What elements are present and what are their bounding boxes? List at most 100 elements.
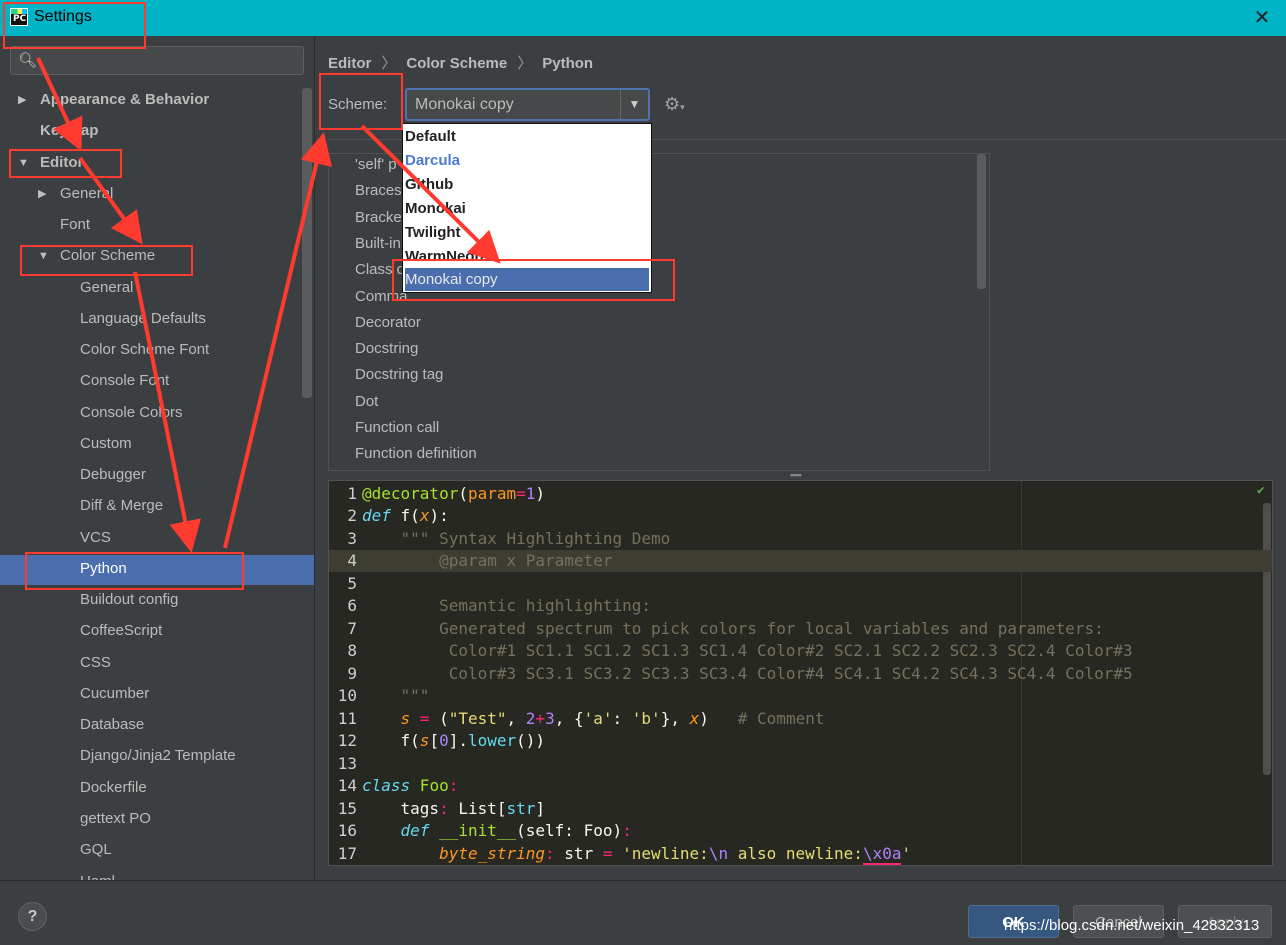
- line-number: 3: [347, 529, 357, 548]
- annotation-box-monokai-copy: [392, 259, 675, 301]
- tree-item-console-colors[interactable]: Console Colors: [80, 399, 183, 427]
- breadcrumb-python: Python: [542, 55, 594, 72]
- scheme-dropdown[interactable]: Monokai copy ▼: [405, 88, 650, 121]
- breadcrumb-color-scheme[interactable]: Color Scheme: [406, 55, 507, 72]
- annotation-box-python: [25, 552, 244, 590]
- tree-item-haml[interactable]: Haml: [80, 868, 115, 880]
- sidebar-scrollbar[interactable]: [302, 88, 312, 398]
- close-button[interactable]: ✕: [1250, 6, 1274, 30]
- list-item[interactable]: Decorator: [355, 314, 421, 331]
- tree-item-database[interactable]: Database: [80, 711, 144, 739]
- code-line: 1 @decorator(param=1): [329, 483, 1272, 505]
- code-line: 10 """: [329, 685, 1272, 707]
- dropdown-arrow-icon[interactable]: ▼: [620, 90, 648, 119]
- code-line: 15 tags: List[str]: [329, 798, 1272, 820]
- annotation-box-settings: [3, 2, 146, 49]
- code-line: 14 class Foo:: [329, 775, 1272, 797]
- tree-item-gql[interactable]: GQL: [80, 836, 112, 864]
- list-item[interactable]: Docstring tag: [355, 366, 443, 383]
- code-line: 11 s = ("Test", 2+3, {'a': 'b'}, x) # Co…: [329, 708, 1272, 730]
- code-line: 6 Semantic highlighting:: [329, 595, 1272, 617]
- breadcrumb-separator: 〉: [517, 55, 533, 72]
- code-line: 2 def f(x):: [329, 505, 1272, 527]
- gear-icon[interactable]: ⚙▾: [664, 94, 685, 115]
- list-scrollbar[interactable]: [977, 154, 986, 289]
- tree-item-gettext-po[interactable]: gettext PO: [80, 805, 151, 833]
- code-preview-editor[interactable]: ✔ 1 @decorator(param=1) 2 def f(x): 3 """ …: [328, 480, 1273, 866]
- line-number: 12: [337, 731, 357, 750]
- tree-item-django-jinja2[interactable]: Django/Jinja2 Template: [80, 742, 236, 770]
- tree-item-vcs[interactable]: VCS: [80, 524, 111, 552]
- code-line: 8 Color#1 SC1.1 SC1.2 SC1.3 SC1.4 Color#…: [329, 640, 1272, 662]
- scheme-option-github[interactable]: Github: [405, 173, 649, 196]
- tree-item-font[interactable]: Font: [60, 211, 90, 239]
- tree-item-custom[interactable]: Custom: [80, 430, 132, 458]
- code-line: 5: [329, 573, 1272, 595]
- help-button[interactable]: ?: [18, 902, 47, 931]
- line-number: 9: [347, 664, 357, 683]
- scheme-option-monokai[interactable]: Monokai: [405, 197, 649, 220]
- line-number: 8: [347, 641, 357, 660]
- code-line: 13: [329, 753, 1272, 775]
- expand-arrow-icon[interactable]: ▶: [18, 86, 32, 114]
- watermark-text: https://blog.csdn.net/weixin_42832313: [1004, 917, 1260, 934]
- breadcrumb-editor[interactable]: Editor: [328, 55, 371, 72]
- splitter-handle[interactable]: ▪▪▪▪▪: [790, 470, 802, 480]
- breadcrumb-separator: 〉: [381, 55, 397, 72]
- tree-item-console-font[interactable]: Console Font: [80, 367, 169, 395]
- tree-item-general[interactable]: ▶ General: [38, 180, 113, 208]
- scheme-option-twilight[interactable]: Twilight: [405, 221, 649, 244]
- list-item[interactable]: 'self' p: [355, 156, 397, 173]
- tree-item-coffeescript[interactable]: CoffeeScript: [80, 617, 162, 645]
- code-line-current: 4 @param x Parameter: [329, 550, 1272, 572]
- line-number: 11: [337, 709, 357, 728]
- code-line: 3 """ Syntax Highlighting Demo: [329, 528, 1272, 550]
- annotation-box-color-scheme: [20, 245, 193, 276]
- code-line: 16 def __init__(self: Foo):: [329, 820, 1272, 842]
- tree-item-dockerfile[interactable]: Dockerfile: [80, 774, 147, 802]
- tree-item-cucumber[interactable]: Cucumber: [80, 680, 149, 708]
- settings-search-input[interactable]: 🔍︎: [10, 46, 304, 75]
- line-number: 1: [347, 484, 357, 503]
- list-item[interactable]: Function call: [355, 419, 439, 436]
- line-number: 5: [347, 574, 357, 593]
- list-item[interactable]: Dot: [355, 393, 378, 410]
- tree-item-keymap[interactable]: Keymap: [40, 117, 98, 145]
- line-number: 7: [347, 619, 357, 638]
- list-item[interactable]: Function definition: [355, 445, 477, 462]
- line-number: 17: [337, 844, 357, 863]
- settings-content-panel: Editor 〉 Color Scheme 〉 Python Scheme: Monok…: [316, 36, 1286, 880]
- list-item[interactable]: Docstring: [355, 340, 418, 357]
- tree-item-color-scheme-font[interactable]: Color Scheme Font: [80, 336, 209, 364]
- line-number: 13: [337, 754, 357, 773]
- list-item[interactable]: Bracke: [355, 209, 402, 226]
- code-line: 9 Color#3 SC3.1 SC3.2 SC3.3 SC3.4 Color#…: [329, 663, 1272, 685]
- tree-item-diff-merge[interactable]: Diff & Merge: [80, 492, 163, 520]
- tree-item-scheme-general[interactable]: General: [80, 274, 133, 302]
- tree-item-language-defaults[interactable]: Language Defaults: [80, 305, 206, 333]
- tree-item-debugger[interactable]: Debugger: [80, 461, 146, 489]
- list-item[interactable]: Braces: [355, 182, 402, 199]
- tree-item-appearance-behavior[interactable]: ▶ Appearance & Behavior: [18, 86, 209, 114]
- line-number: 14: [337, 776, 357, 795]
- annotation-box-editor: [9, 149, 122, 178]
- line-number: 16: [337, 821, 357, 840]
- code-line: 7 Generated spectrum to pick colors for …: [329, 618, 1272, 640]
- line-number: 4: [347, 551, 357, 570]
- scheme-option-default[interactable]: Default: [405, 125, 649, 148]
- scheme-selected-value: Monokai copy: [415, 96, 514, 113]
- dialog-footer: ? OK Cancel Apply https://blog.csdn.net/…: [0, 880, 1286, 945]
- line-number: 15: [337, 799, 357, 818]
- breadcrumb: Editor 〉 Color Scheme 〉 Python: [328, 52, 593, 73]
- annotation-box-scheme: [319, 73, 403, 130]
- search-icon: 🔍︎: [18, 52, 38, 69]
- expand-arrow-icon[interactable]: ▶: [38, 180, 52, 208]
- code-line: 17 byte_string: str = 'newline:\n also n…: [329, 843, 1272, 865]
- scheme-option-darcula[interactable]: Darcula: [405, 149, 649, 172]
- line-number: 6: [347, 596, 357, 615]
- code-line: 12 f(s[0].lower()): [329, 730, 1272, 752]
- title-bar: PC Settings ✕: [0, 0, 1286, 36]
- tree-item-buildout-config[interactable]: Buildout config: [80, 586, 178, 614]
- list-item[interactable]: Built-in: [355, 235, 401, 252]
- tree-item-css[interactable]: CSS: [80, 649, 111, 677]
